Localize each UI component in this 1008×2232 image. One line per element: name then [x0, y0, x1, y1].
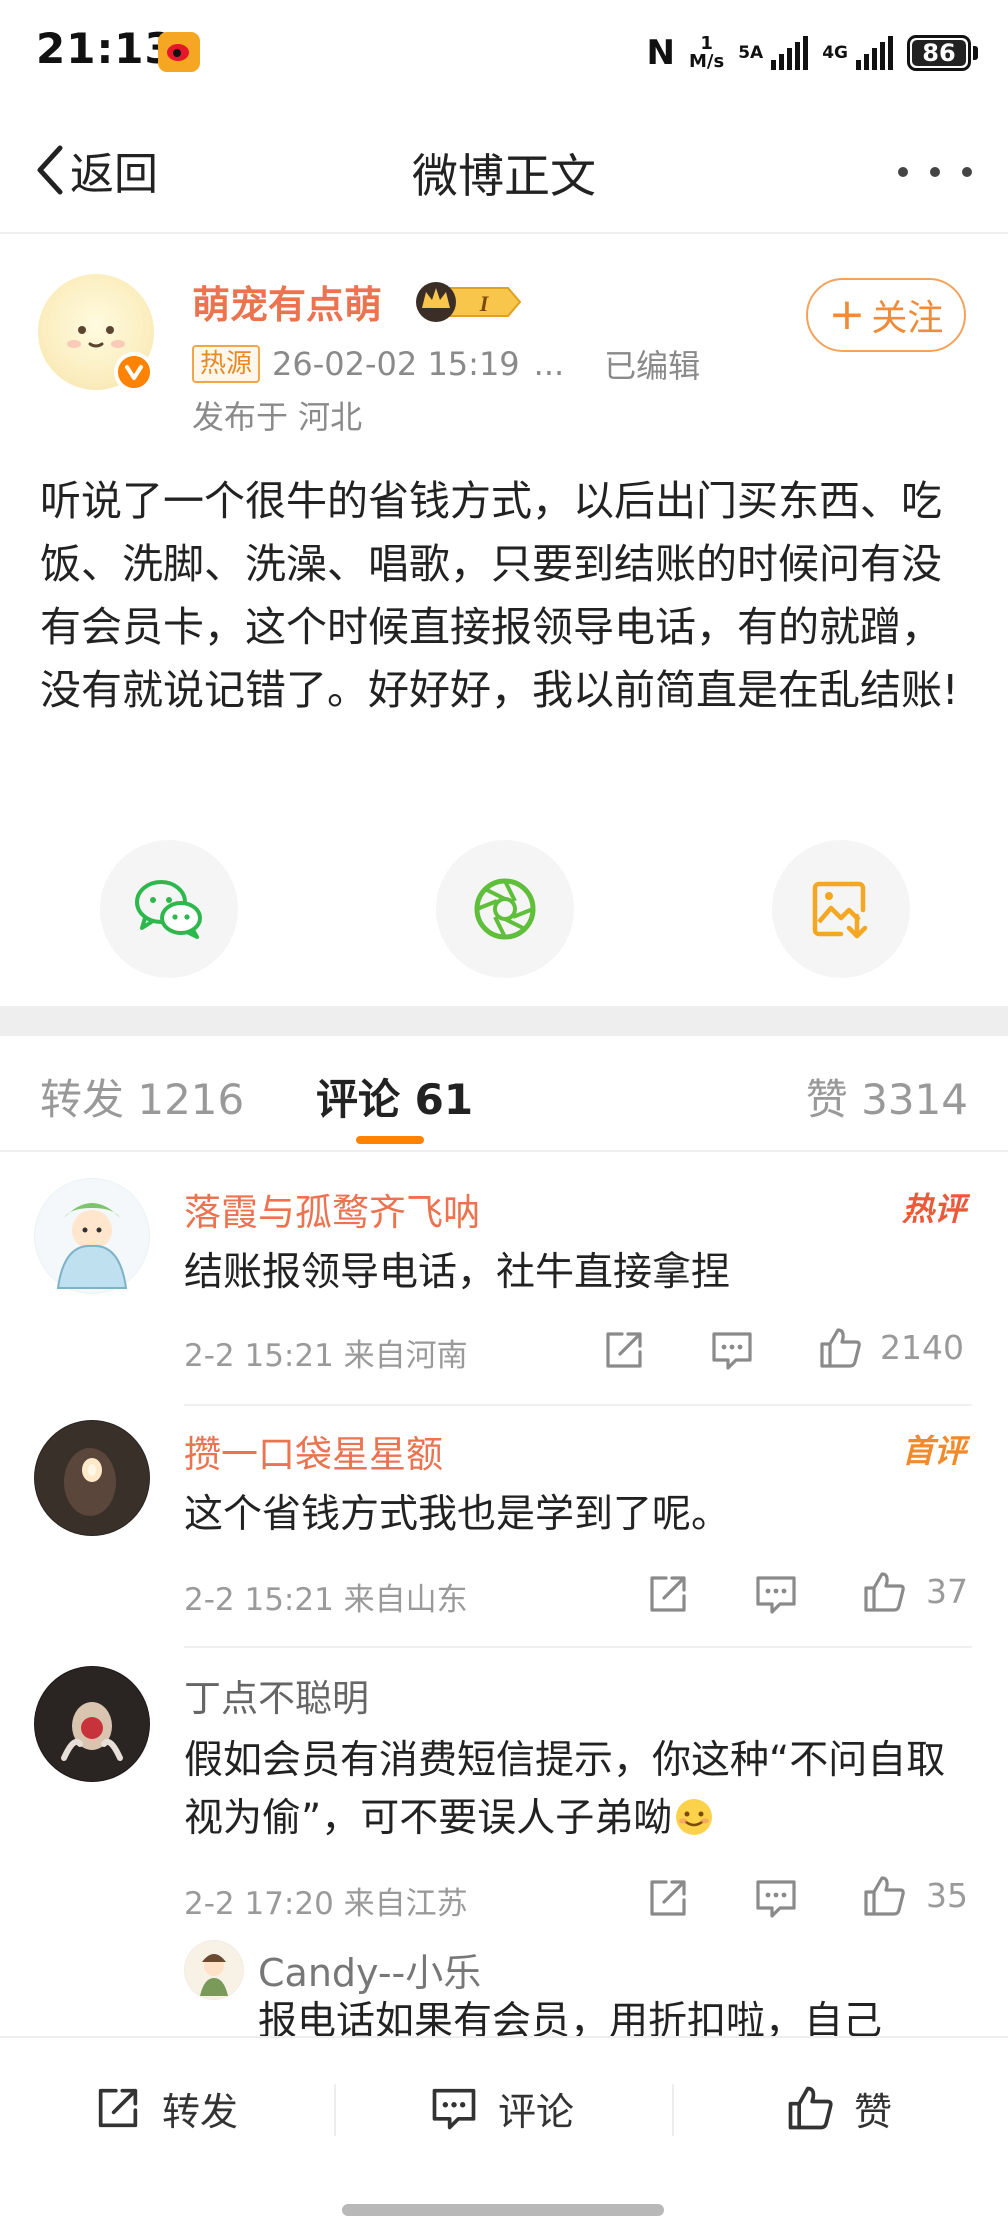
nfc-icon: N: [646, 33, 675, 73]
comment-icon[interactable]: [708, 1326, 756, 1374]
post-body: 听说了一个很牛的省钱方式，以后出门买东西、吃饭、洗脚、洗澡、唱歌，只要到结账的时…: [40, 477, 959, 714]
comment-text: 结账报领导电话，社牛直接拿捏: [184, 1250, 731, 1295]
weibo-notification-icon: [158, 32, 200, 72]
status-time: 21:13: [36, 24, 175, 73]
sim2-label: 4G: [822, 42, 848, 63]
tab-repost[interactable]: 转发 1216: [40, 1066, 244, 1127]
emoji-icon: [674, 1796, 714, 1836]
like-label: 赞: [854, 2089, 893, 2134]
comment-icon[interactable]: [752, 1874, 800, 1922]
wechat-icon: [135, 880, 202, 939]
like-icon[interactable]: [816, 1324, 864, 1372]
tab-like[interactable]: 赞 3314: [806, 1066, 968, 1127]
comment-avatar[interactable]: [34, 1666, 150, 1782]
bar-separator: [334, 2084, 336, 2136]
comment-text: 假如会员有消费短信提示，你这种“不问自取视为偷”，可不要误人子弟呦: [184, 1732, 974, 1848]
more-dot-icon: [930, 167, 940, 177]
status-icons: N 1 M/s 5A 4G 86: [647, 30, 978, 76]
repost-button[interactable]: 转发: [92, 2078, 238, 2138]
comment-meta: 2-2 15:21 来自山东: [184, 1582, 468, 1618]
post-location: 发布于 河北: [192, 398, 363, 436]
chevron-left-icon: [37, 145, 63, 195]
comment-text-content: 假如会员有消费短信提示，你这种“不问自取视为偷”，可不要误人子弟呦: [184, 1738, 946, 1841]
comment-author[interactable]: 丁点不聪明: [184, 1668, 369, 1722]
post-timestamp: 26-02-02 15:19: [272, 345, 520, 383]
status-bar: 21:13 N 1 M/s 5A 4G 86: [0, 0, 1008, 110]
share-moments-button[interactable]: [436, 840, 574, 978]
follow-button[interactable]: + 关注: [806, 278, 966, 352]
comment-avatar[interactable]: [34, 1178, 150, 1294]
comment-author[interactable]: 落霞与孤鹜齐飞呐: [184, 1182, 480, 1236]
like-count: 35: [926, 1876, 968, 1915]
follow-label: 关注: [871, 298, 944, 339]
comment-divider: [184, 1646, 972, 1648]
more-dot-icon: [898, 167, 908, 177]
repost-icon: [98, 2088, 138, 2128]
share-icon[interactable]: [600, 1326, 648, 1374]
comment-bubble-icon: [432, 2088, 476, 2130]
share-icon[interactable]: [644, 1570, 692, 1618]
save-image-icon: [812, 881, 868, 939]
like-count: 37: [926, 1572, 968, 1611]
reply-author[interactable]: Candy--小乐: [258, 1942, 481, 1997]
home-indicator[interactable]: [342, 2204, 664, 2216]
share-wechat-button[interactable]: [100, 840, 238, 978]
thumbs-up-icon: [788, 2086, 833, 2130]
author-name[interactable]: 萌宠有点萌: [192, 274, 382, 329]
comment-meta: 2-2 15:21 来自河南: [184, 1338, 468, 1374]
plus-icon: +: [828, 289, 866, 340]
comment-author[interactable]: 攒一口袋星星额: [184, 1424, 443, 1478]
repost-label: 转发: [162, 2089, 239, 2134]
more-button[interactable]: [898, 152, 972, 192]
tab-divider: [0, 1150, 1008, 1152]
meta-ellipsis: ...: [533, 345, 565, 383]
comment-text: 这个省钱方式我也是学到了呢。: [184, 1492, 731, 1537]
cartoon-avatar-icon: [35, 1179, 149, 1293]
active-tab-indicator: [356, 1136, 424, 1144]
tab-comment[interactable]: 评论 61: [316, 1066, 473, 1127]
level-text: I: [479, 291, 490, 316]
signal-icon-2: [856, 36, 893, 70]
reply-avatar[interactable]: [184, 1940, 244, 2000]
signal-icon: [771, 36, 809, 70]
comment-meta: 2-2 17:20 来自江苏: [184, 1886, 468, 1922]
member-level-badge: I: [414, 278, 524, 330]
verified-badge-icon: [114, 352, 154, 392]
section-divider: [0, 1006, 1008, 1036]
battery-icon: 86: [907, 35, 978, 71]
comment-button[interactable]: 评论: [428, 2078, 574, 2138]
first-comment-tag: 首评: [901, 1432, 966, 1470]
comment-divider: [184, 1404, 972, 1406]
like-icon[interactable]: [860, 1568, 908, 1616]
back-button[interactable]: 返回: [36, 140, 158, 200]
hot-source-badge: 热源: [192, 345, 261, 383]
network-speed: 1 M/s: [689, 33, 725, 72]
like-count: 2140: [880, 1328, 964, 1367]
edited-label[interactable]: 已编辑: [604, 341, 700, 387]
post-meta: 热源 26-02-02 15:19 ... 已编辑: [192, 342, 700, 386]
like-icon[interactable]: [860, 1872, 908, 1920]
moments-icon: [474, 878, 536, 940]
bottom-action-bar: 转发 评论 赞: [0, 2036, 1008, 2232]
like-button[interactable]: 赞: [784, 2078, 892, 2138]
save-image-button[interactable]: [772, 840, 910, 978]
comment-icon[interactable]: [752, 1570, 800, 1618]
more-dot-icon: [962, 167, 972, 177]
hot-comment-tag: 热评: [901, 1190, 966, 1228]
comment-label: 评论: [498, 2089, 575, 2134]
photo-avatar-icon: [35, 1667, 149, 1781]
photo-avatar-icon: [35, 1421, 149, 1535]
bar-separator: [672, 2084, 674, 2136]
sim1-label: 5A: [738, 42, 764, 63]
nav-bar: 返回 微博正文: [0, 110, 1008, 234]
back-label: 返回: [70, 149, 158, 200]
share-icon[interactable]: [644, 1874, 692, 1922]
comment-avatar[interactable]: [34, 1420, 150, 1536]
battery-level: 86: [912, 39, 966, 67]
cartoon-avatar-icon: [185, 1941, 243, 1999]
